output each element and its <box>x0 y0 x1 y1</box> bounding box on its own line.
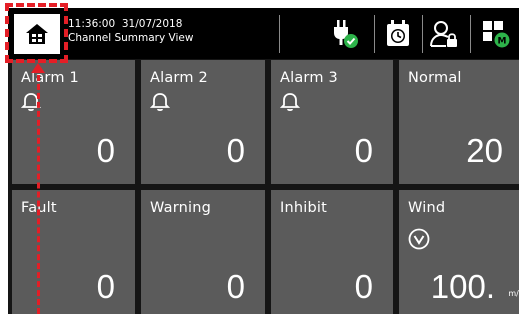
tile-label: Inhibit <box>280 200 328 216</box>
tile-label: Alarm 2 <box>150 70 208 86</box>
power-status-button[interactable] <box>326 16 362 52</box>
view-title: Channel Summary View <box>68 32 194 44</box>
module-ok-icon: M <box>483 21 510 48</box>
user-access-button[interactable] <box>427 16 463 52</box>
tile-inhibit[interactable]: Inhibit 0 <box>271 190 393 314</box>
tile-label: Alarm 3 <box>280 70 338 86</box>
divider <box>422 15 423 53</box>
module-status-button[interactable]: M <box>478 16 514 52</box>
tile-label: Normal <box>408 70 462 86</box>
bell-icon <box>280 93 300 112</box>
tile-label: Warning <box>150 200 212 216</box>
tile-count: 0 <box>96 132 115 169</box>
tile-count: 0 <box>226 132 245 169</box>
wind-direction-icon <box>408 228 430 250</box>
tile-alarm-3[interactable]: Alarm 3 0 <box>271 60 393 184</box>
wind-speed-value: 100. <box>430 268 495 305</box>
pointer-arrow-line <box>37 66 40 314</box>
tile-count: 0 <box>226 268 245 305</box>
divider <box>374 15 375 53</box>
svg-text:M: M <box>498 37 507 47</box>
device-screen: 11:36:00 31/07/2018 Channel Summary View <box>8 8 519 314</box>
tile-count: 20 <box>466 132 503 169</box>
highlight-box <box>5 3 68 63</box>
top-bar: 11:36:00 31/07/2018 Channel Summary View <box>8 8 519 59</box>
tile-normal[interactable]: Normal 20 <box>399 60 519 184</box>
tile-alarm-2[interactable]: Alarm 2 0 <box>141 60 265 184</box>
tile-fault[interactable]: Fault 0 <box>12 190 135 314</box>
divider <box>279 15 280 53</box>
tile-alarm-1[interactable]: Alarm 1 0 <box>12 60 135 184</box>
schedule-button[interactable] <box>380 16 416 52</box>
tile-count: 0 <box>354 132 373 169</box>
current-time: 11:36:00 <box>68 18 116 30</box>
tile-wind[interactable]: Wind 100. m/s <box>399 190 519 314</box>
user-lock-icon <box>430 21 457 47</box>
calendar-clock-icon <box>387 20 409 46</box>
tile-label: Wind <box>408 200 446 216</box>
tile-count: 0 <box>96 268 115 305</box>
tile-count: 0 <box>354 268 373 305</box>
divider <box>470 15 471 53</box>
bell-icon <box>150 93 170 112</box>
power-ok-icon <box>334 20 358 48</box>
tile-label: Alarm 1 <box>21 70 79 86</box>
wind-speed-unit: m/s <box>508 289 519 298</box>
tile-warning[interactable]: Warning 0 <box>141 190 265 314</box>
status-datetime: 11:36:00 31/07/2018 Channel Summary View <box>68 17 193 45</box>
current-date: 31/07/2018 <box>121 18 183 30</box>
